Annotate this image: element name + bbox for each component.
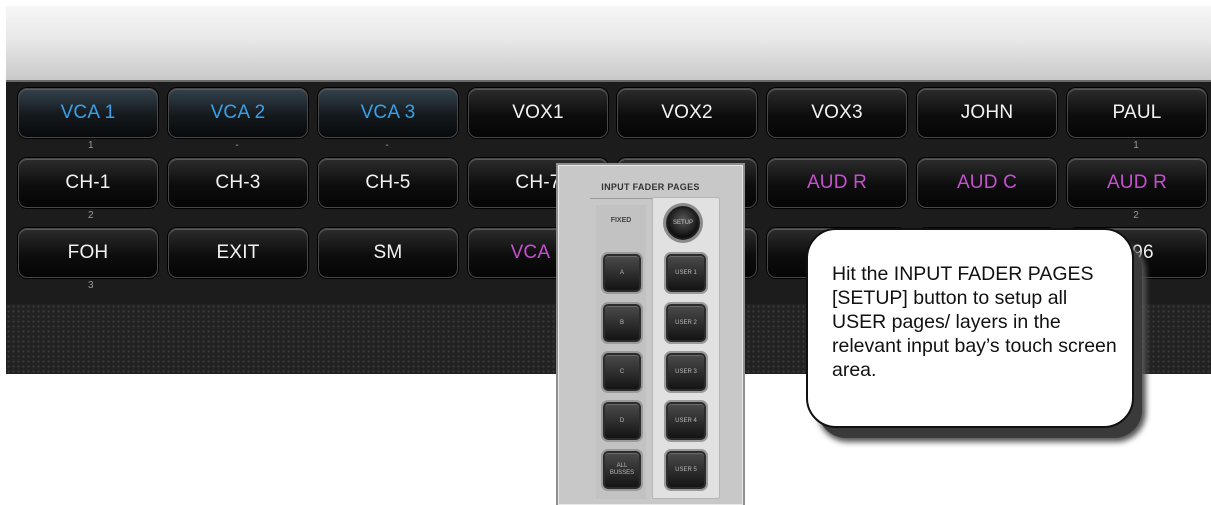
- fixed-page-d-button[interactable]: D: [603, 402, 641, 440]
- strip-key-r1-c1[interactable]: VCA 1: [18, 88, 158, 138]
- strip-key-r2-c1[interactable]: CH-1: [18, 158, 158, 208]
- strip-key-r2-c6[interactable]: AUD R: [767, 158, 907, 208]
- strip-key-r1-c5[interactable]: VOX2: [617, 88, 757, 138]
- strip-key-number-r3-c3: [318, 280, 456, 292]
- user-page-4-button[interactable]: USER 4: [666, 402, 706, 440]
- screen-header-band: [6, 6, 1211, 82]
- strip-key-r2-c2[interactable]: CH-3: [168, 158, 308, 208]
- input-fader-pages-title: INPUT FADER PAGES: [601, 182, 700, 192]
- strip-key-number-r1-c2: -: [235, 140, 239, 151]
- strip-key-r3-c1[interactable]: FOH: [18, 228, 158, 278]
- strip-key-number-r2-c7: [917, 210, 1055, 222]
- strip-key-number-r3-c1: 3: [88, 280, 94, 291]
- strip-key-r2-c7[interactable]: AUD C: [917, 158, 1057, 208]
- setup-button[interactable]: SETUP: [666, 206, 700, 240]
- strip-key-r3-c2[interactable]: EXIT: [168, 228, 308, 278]
- strip-key-number-r1-c5: [617, 140, 755, 152]
- strip-key-number-r2-c2: [168, 210, 306, 222]
- strip-key-number-r2-c6: [767, 210, 905, 222]
- strip-key-r1-c4[interactable]: VOX1: [468, 88, 608, 138]
- strip-key-r1-c6[interactable]: VOX3: [767, 88, 907, 138]
- fixed-page-b-button[interactable]: B: [603, 304, 641, 342]
- strip-key-r3-c3[interactable]: SM: [318, 228, 458, 278]
- user-page-3-button[interactable]: USER 3: [666, 353, 706, 391]
- strip-key-r1-c7[interactable]: JOHN: [917, 88, 1057, 138]
- fixed-page-c-button[interactable]: C: [603, 353, 641, 391]
- strip-key-number-r2-c8: 2: [1133, 210, 1139, 221]
- strip-key-r2-c8[interactable]: AUD R: [1067, 158, 1207, 208]
- strip-key-number-r1-c7: [917, 140, 1055, 152]
- strip-key-r2-c3[interactable]: CH-5: [318, 158, 458, 208]
- strip-key-number-r1-c1: 1: [88, 140, 94, 151]
- user-page-2-button[interactable]: USER 2: [666, 304, 706, 342]
- strip-key-r1-c3[interactable]: VCA 3: [318, 88, 458, 138]
- strip-key-number-r1-c6: [767, 140, 905, 152]
- strip-key-number-r1-c4: [468, 140, 606, 152]
- fixed-page-a-button[interactable]: A: [603, 254, 641, 292]
- strip-key-number-r3-c2: [168, 280, 306, 292]
- input-fader-pages-panel: INPUT FADER PAGES FIXED SETUP A B C D AL…: [556, 163, 745, 505]
- strip-key-number-r1-c8: 1: [1133, 140, 1139, 151]
- user-page-5-button[interactable]: USER 5: [666, 451, 706, 489]
- strip-key-r1-c2[interactable]: VCA 2: [168, 88, 308, 138]
- strip-key-number-r2-c3: [318, 210, 456, 222]
- callout-text: Hit the INPUT FADER PAGES [SETUP] button…: [832, 263, 1117, 381]
- user-page-1-button[interactable]: USER 1: [666, 254, 706, 292]
- strip-key-number-r1-c3: -: [385, 140, 389, 151]
- strip-key-r1-c8[interactable]: PAUL: [1067, 88, 1207, 138]
- instruction-callout: Hit the INPUT FADER PAGES [SETUP] button…: [806, 228, 1134, 428]
- fixed-label: FIXED: [610, 217, 632, 224]
- strip-key-number-r2-c1: 2: [88, 210, 94, 221]
- fixed-page-all-busses-button[interactable]: ALL BUSSES: [603, 451, 641, 489]
